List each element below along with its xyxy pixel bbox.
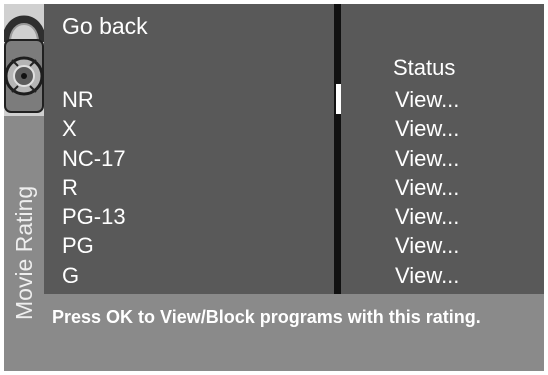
rating-menu: Go back NR X NC-17 R PG-13 PG G <box>44 4 334 294</box>
status-x[interactable]: View... <box>395 114 459 143</box>
rating-item-nr[interactable]: NR <box>62 85 126 114</box>
rating-item-g[interactable]: G <box>62 261 126 290</box>
padlock-icon <box>4 4 46 116</box>
status-g[interactable]: View... <box>395 261 459 290</box>
side-label: Movie Rating <box>11 185 37 320</box>
status-pg-13[interactable]: View... <box>395 202 459 231</box>
side-panel: Movie Rating <box>4 4 46 371</box>
status-nr[interactable]: View... <box>395 85 459 114</box>
go-back-item[interactable]: Go back <box>62 13 148 39</box>
status-panel: Status View... View... View... View... V… <box>341 4 544 294</box>
rating-item-r[interactable]: R <box>62 173 126 202</box>
rating-list: NR X NC-17 R PG-13 PG G <box>62 85 126 290</box>
parental-control-screen: Movie Rating Go back NR X NC-17 R PG-13 … <box>4 4 544 371</box>
status-nc-17[interactable]: View... <box>395 144 459 173</box>
rating-item-nc-17[interactable]: NC-17 <box>62 144 126 173</box>
help-text: Press OK to View/Block programs with thi… <box>52 307 481 327</box>
status-list: View... View... View... View... View... … <box>395 85 459 290</box>
help-panel: Press OK to View/Block programs with thi… <box>44 294 544 371</box>
status-pg[interactable]: View... <box>395 231 459 260</box>
status-header: Status <box>393 55 456 80</box>
rating-item-pg[interactable]: PG <box>62 231 126 260</box>
panel-divider <box>334 4 341 294</box>
status-r[interactable]: View... <box>395 173 459 202</box>
rating-item-x[interactable]: X <box>62 114 126 143</box>
rating-item-pg-13[interactable]: PG-13 <box>62 202 126 231</box>
